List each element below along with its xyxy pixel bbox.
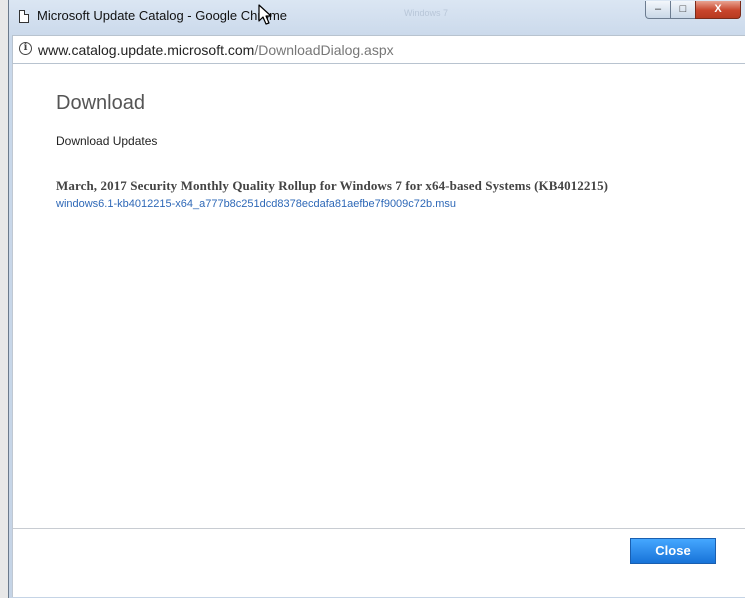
dialog-subtitle: Download Updates (56, 134, 158, 148)
close-window-button[interactable]: X (695, 1, 741, 19)
title-bar[interactable]: Microsoft Update Catalog - Google Chrome… (9, 0, 745, 34)
download-dialog: Download Download Updates March, 2017 Se… (12, 64, 745, 597)
update-title: March, 2017 Security Monthly Quality Rol… (56, 178, 609, 193)
page-icon (19, 10, 29, 23)
maximize-button[interactable]: □ (670, 1, 696, 19)
dialog-footer: Close (13, 529, 745, 597)
info-icon[interactable]: i (19, 42, 32, 55)
browser-window: Microsoft Update Catalog - Google Chrome… (8, 0, 745, 598)
url-path: /DownloadDialog.aspx (254, 42, 394, 58)
url-text[interactable]: www.catalog.update.microsoft.com/Downloa… (38, 42, 394, 58)
window-controls: – □ X (645, 1, 741, 21)
window-title: Microsoft Update Catalog - Google Chrome (37, 8, 288, 23)
url-host: www.catalog.update.microsoft.com (38, 42, 255, 58)
dialog-heading: Download (56, 92, 145, 114)
minimize-button[interactable]: – (645, 1, 671, 19)
mouse-cursor-icon (258, 4, 272, 25)
update-download-link[interactable]: windows6.1-kb4012215-x64_a777b8c251dcd83… (56, 198, 456, 210)
address-bar[interactable]: i www.catalog.update.microsoft.com/Downl… (12, 35, 745, 64)
background-window-title: Windows 7 (404, 8, 449, 18)
close-button[interactable]: Close (630, 538, 716, 564)
